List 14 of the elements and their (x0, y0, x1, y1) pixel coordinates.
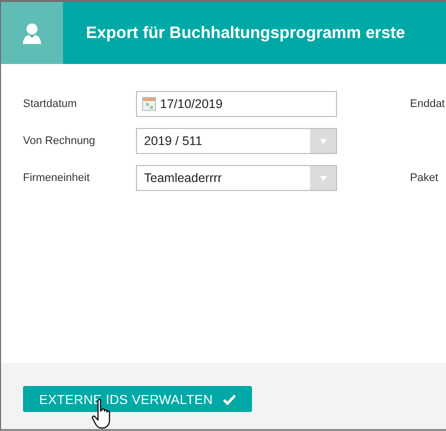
select-field[interactable]: Teamleaderrrr (136, 165, 337, 191)
field-label: Von Rechnung (23, 135, 96, 147)
field-label: Startdatum (23, 98, 78, 110)
calendar-icon (142, 97, 156, 111)
user-icon (22, 22, 42, 44)
dropdown-icon (320, 176, 326, 180)
select-field[interactable]: 2019 / 511 (136, 128, 337, 154)
field-label: Firmeneinheit (23, 172, 91, 184)
field-label: Enddat (410, 98, 445, 110)
field-label: Paket (410, 172, 438, 184)
dialog-title: Export für Buchhaltungsprogramm erste (86, 24, 406, 42)
dropdown-icon (320, 138, 326, 144)
check-icon (222, 394, 236, 404)
date-field[interactable]: 17/10/2019 (136, 91, 337, 117)
